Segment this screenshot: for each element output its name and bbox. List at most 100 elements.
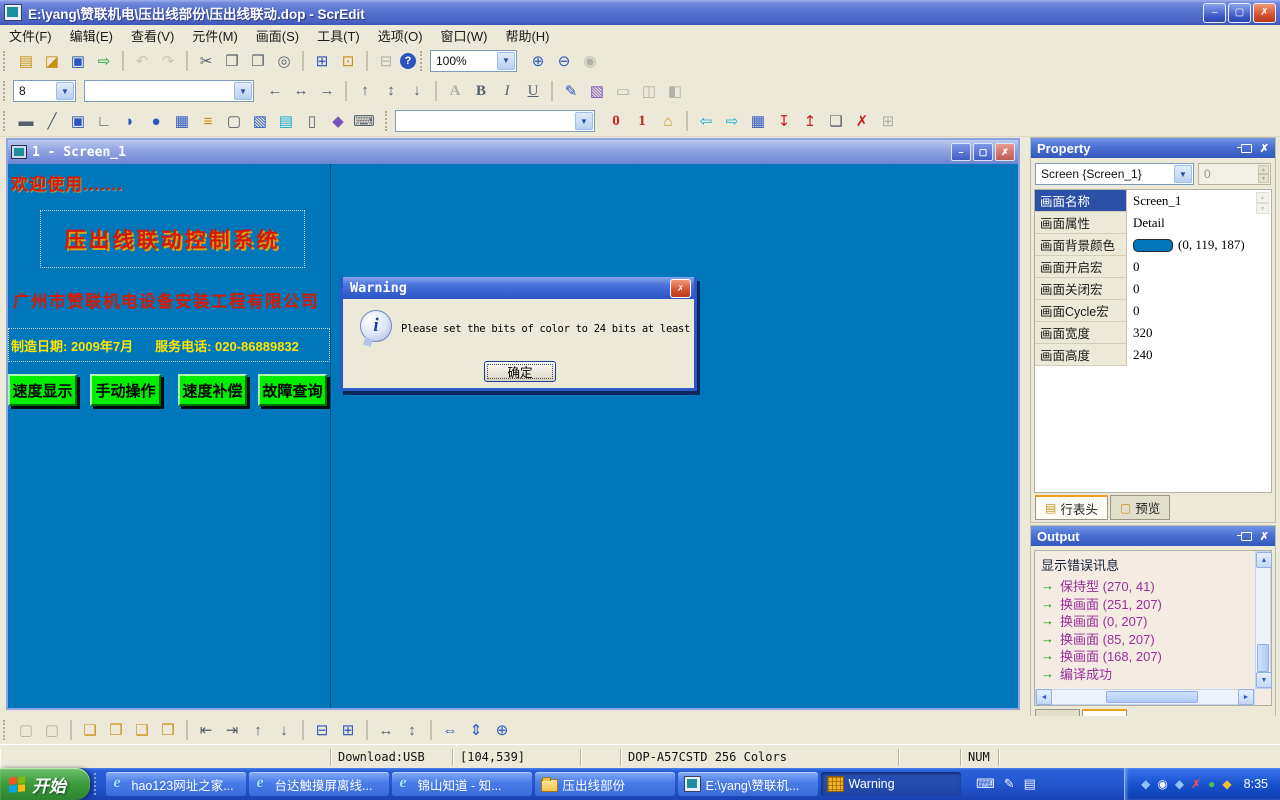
same-width-icon[interactable]: ⇔ xyxy=(438,718,462,742)
toolbar-grip[interactable] xyxy=(385,111,390,131)
scroll-up-icon[interactable]: ▲ xyxy=(1256,552,1272,568)
pattern-rect-tool-icon[interactable]: ▦ xyxy=(170,109,194,133)
bring-forward-icon[interactable]: ❑ xyxy=(130,718,154,742)
filled-rect-tool-icon[interactable]: ▣ xyxy=(66,109,90,133)
horizontal-scrollbar[interactable]: ◄ ► xyxy=(1035,689,1255,705)
grid-spinner[interactable]: ▲▼ xyxy=(1256,192,1269,214)
antivirus-icon[interactable]: ● xyxy=(1208,778,1215,790)
magnifier-icon[interactable]: ◉ xyxy=(1157,778,1167,790)
static-text-tool-icon[interactable]: ≡ xyxy=(196,109,220,133)
vertical-scrollbar[interactable]: ▲ ▼ xyxy=(1255,551,1271,689)
ok-button[interactable]: 确定 xyxy=(484,361,556,382)
flip-tool-icon[interactable]: ◧ xyxy=(663,79,687,103)
security-shield-icon[interactable]: ◆ xyxy=(1222,778,1231,790)
output-message[interactable]: →换画面 (168, 207) xyxy=(1041,647,1271,665)
undo-icon[interactable]: ↶ xyxy=(130,49,154,73)
chevron-down-icon[interactable]: ▼ xyxy=(575,112,593,130)
copy-icon[interactable]: ❐ xyxy=(220,49,244,73)
send-backward-icon[interactable]: ❒ xyxy=(156,718,180,742)
same-height-icon[interactable]: ⇕ xyxy=(464,718,488,742)
color-object-icon[interactable]: ◆ xyxy=(326,109,350,133)
center-vertical-icon[interactable]: ⊞ xyxy=(336,718,360,742)
zoom-select-icon[interactable]: ◉ xyxy=(578,49,602,73)
output-message[interactable]: →换画面 (0, 207) xyxy=(1041,612,1271,630)
bring-to-front-icon[interactable]: ❏ xyxy=(78,718,102,742)
chevron-down-icon[interactable]: ▼ xyxy=(56,82,74,100)
minimize-button[interactable]: – xyxy=(1203,3,1226,23)
keyboard-icon[interactable]: ⌨ xyxy=(976,776,995,792)
screen-close-button[interactable]: ✗ xyxy=(995,143,1015,161)
screen-minimize-button[interactable]: – xyxy=(951,143,971,161)
upload-screen-icon[interactable]: ↥ xyxy=(798,109,822,133)
screen-list-icon[interactable]: ❏ xyxy=(824,109,848,133)
font-color-icon[interactable]: A xyxy=(443,79,467,103)
toolbar-grip[interactable] xyxy=(3,81,8,101)
object-selector-combo[interactable]: Screen {Screen_1}▼ xyxy=(1035,163,1194,185)
dialog-title-bar[interactable]: Warning ✗ xyxy=(343,277,694,299)
menu-item[interactable]: 元件(M) xyxy=(183,24,247,47)
scroll-right-icon[interactable]: ► xyxy=(1238,689,1254,705)
screen-window-title-bar[interactable]: 1 - Screen_1 –▢✗ xyxy=(8,140,1018,164)
group-icon[interactable]: ▢ xyxy=(14,718,38,742)
screen-button[interactable]: 速度补偿 xyxy=(178,374,247,406)
scroll-left-icon[interactable]: ◄ xyxy=(1036,689,1052,705)
polyline-tool-icon[interactable]: ∟ xyxy=(92,109,116,133)
align-text-top-icon[interactable]: ↑ xyxy=(353,79,377,103)
align-left-icon[interactable]: ⇤ xyxy=(194,718,218,742)
ime-panel-icon[interactable]: ▤ xyxy=(1024,776,1036,792)
chevron-down-icon[interactable]: ▼ xyxy=(1174,165,1192,183)
property-row[interactable]: 画面高度 240 xyxy=(1035,344,1271,366)
pen-input-icon[interactable]: ✎ xyxy=(1004,776,1015,792)
tab-row-header[interactable]: ▤行表头 xyxy=(1035,495,1108,520)
property-row[interactable]: 画面背景颜色 (0, 119, 187) xyxy=(1035,234,1271,256)
rectangle-tool-icon[interactable]: ▬ xyxy=(14,109,38,133)
object-index-spinner[interactable]: 0 ▲▼ xyxy=(1198,163,1271,185)
open-file-icon[interactable]: ◪ xyxy=(40,49,64,73)
delete-screen-icon[interactable]: ✗ xyxy=(850,109,874,133)
property-row[interactable]: 画面开启宏 0 xyxy=(1035,256,1271,278)
output-message[interactable]: →编译成功 xyxy=(1041,665,1271,683)
zoom-in-icon[interactable]: ⊕ xyxy=(526,49,550,73)
align-top-icon[interactable]: ↑ xyxy=(246,718,270,742)
taskbar-item[interactable]: hao123网址之家... xyxy=(106,772,246,796)
chevron-down-icon[interactable]: ▼ xyxy=(497,52,515,70)
screen-button[interactable]: 故障查询 xyxy=(258,374,327,406)
find-icon[interactable]: ◎ xyxy=(272,49,296,73)
next-screen-icon[interactable]: ⇨ xyxy=(720,109,744,133)
italic-icon[interactable]: I xyxy=(495,79,519,103)
scroll-down-icon[interactable]: ▼ xyxy=(1256,672,1272,688)
help-icon[interactable]: ? xyxy=(400,53,416,69)
display-element-icon[interactable]: ▤ xyxy=(274,109,298,133)
underline-icon[interactable]: U xyxy=(521,79,545,103)
toolbar-grip[interactable] xyxy=(3,720,8,740)
zoom-out-icon[interactable]: ⊖ xyxy=(552,49,576,73)
picture-element-icon[interactable]: ▧ xyxy=(248,109,272,133)
messenger-icon[interactable]: ◆ xyxy=(1141,778,1150,790)
space-down-icon[interactable]: ↕ xyxy=(400,718,424,742)
output-message[interactable]: →换画面 (251, 207) xyxy=(1041,595,1271,613)
screen-button[interactable]: 速度显示 xyxy=(8,374,77,406)
macro-table-icon[interactable]: ▦ xyxy=(746,109,770,133)
design-canvas[interactable]: 欢迎使用....... 压出线联动控制系统 广州市赞联机电设备安装工程有限公司 … xyxy=(8,164,1018,708)
property-row[interactable]: 画面属性 Detail xyxy=(1035,212,1271,234)
dialog-close-icon[interactable]: ✗ xyxy=(670,279,691,298)
state-0-icon[interactable]: 0 xyxy=(604,109,628,133)
taskbar-item[interactable]: 锦山知道 - 知... xyxy=(392,772,532,796)
image-tool-icon[interactable]: ▧ xyxy=(585,79,609,103)
property-row[interactable]: 画面Cycle宏 0 xyxy=(1035,300,1271,322)
scrollbar-thumb[interactable] xyxy=(1106,691,1198,703)
menu-item[interactable]: 文件(F) xyxy=(0,24,61,47)
align-bottom-icon[interactable]: ↓ xyxy=(272,718,296,742)
property-row[interactable]: 画面关闭宏 0 xyxy=(1035,278,1271,300)
zoom-combo[interactable]: 100%▼ xyxy=(430,50,517,72)
maximize-button[interactable]: ▢ xyxy=(1228,3,1251,23)
line-tool-icon[interactable]: ╱ xyxy=(40,109,64,133)
new-screen-icon[interactable]: ⊞ xyxy=(310,49,334,73)
send-to-back-icon[interactable]: ❐ xyxy=(104,718,128,742)
pen-icon[interactable]: ✎ xyxy=(559,79,583,103)
align-text-bottom-icon[interactable]: ↓ xyxy=(405,79,429,103)
cut-icon[interactable]: ✂ xyxy=(194,49,218,73)
menu-item[interactable]: 选项(O) xyxy=(369,24,432,47)
rotate-tool-icon[interactable]: ◫ xyxy=(637,79,661,103)
paste-icon[interactable]: ❒ xyxy=(246,49,270,73)
